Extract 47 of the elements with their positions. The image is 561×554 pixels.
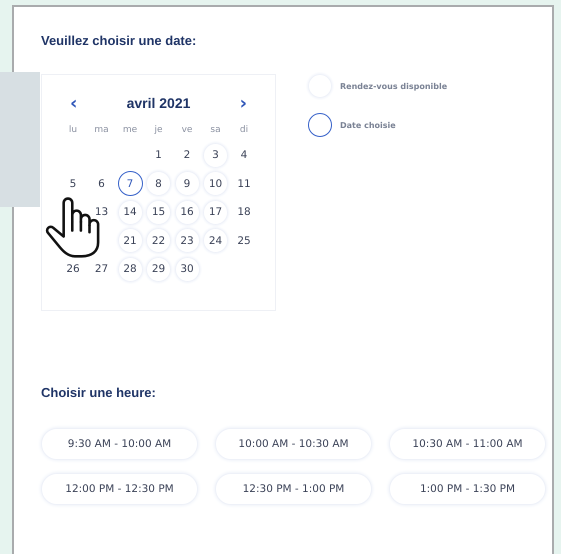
calendar-day[interactable]: 8	[146, 171, 171, 196]
time-slot-button[interactable]: 12:00 PM - 12:30 PM	[41, 473, 198, 505]
weekday-label: ma	[93, 124, 110, 137]
calendar-day[interactable]: 16	[174, 200, 200, 225]
legend-label: Rendez-vous disponible	[340, 82, 448, 90]
calendar-day[interactable]: 9	[174, 171, 200, 196]
calendar-day[interactable]: 21	[118, 228, 142, 254]
calendar-day[interactable]: 10	[203, 171, 228, 196]
previous-month-button[interactable]: ‹	[68, 92, 80, 114]
calendar-day[interactable]: 29	[146, 256, 171, 282]
time-slot-button[interactable]: 12:30 PM - 1:00 PM	[215, 473, 372, 505]
time-slot-button[interactable]: 1:00 PM - 1:30 PM	[389, 473, 546, 505]
weekday-label: ve	[180, 124, 194, 137]
date-heading: Veuillez choisir une date:	[41, 33, 198, 48]
weekday-label: lu	[68, 124, 78, 137]
time-slot-button[interactable]: 9:30 AM - 10:00 AM	[41, 428, 198, 460]
calendar-day[interactable]: 14	[118, 200, 142, 225]
calendar-day[interactable]: 3	[203, 142, 228, 168]
calendar-day[interactable]: 22	[146, 228, 171, 254]
calendar-day[interactable]: 1	[146, 142, 171, 168]
calendar-day[interactable]: 11	[232, 171, 256, 196]
month-title: avril 2021	[126, 95, 190, 111]
legend-label: Date choisie	[340, 120, 396, 130]
calendar-day[interactable]: 28	[118, 256, 142, 282]
weekday-label: sa	[209, 124, 222, 137]
calendar-day[interactable]: 17	[203, 200, 228, 225]
calendar-day[interactable]: 25	[232, 228, 256, 254]
weekday-label: je	[153, 124, 164, 137]
weekday-label: me	[122, 124, 138, 137]
calendar-day[interactable]: 5	[60, 171, 86, 196]
calendar-day[interactable]: 6	[89, 171, 114, 196]
calendar-day[interactable]: 15	[146, 200, 171, 225]
calendar-day[interactable]: 30	[174, 256, 200, 282]
weekday-label: di	[238, 124, 250, 137]
calendar-day[interactable]: 26	[60, 256, 86, 282]
calendar-day[interactable]: 23	[174, 228, 200, 254]
legend-circle-icon	[308, 113, 332, 137]
calendar-day[interactable]: 4	[232, 142, 256, 168]
time-slot-button[interactable]: 10:30 AM - 11:00 AM	[389, 428, 546, 460]
calendar-day[interactable]: 7	[118, 171, 142, 196]
next-month-button[interactable]: ›	[238, 92, 249, 114]
time-slot-button[interactable]: 10:00 AM - 10:30 AM	[215, 428, 372, 460]
time-heading: Choisir une heure:	[41, 385, 157, 400]
calendar-day[interactable]: 24	[203, 228, 228, 254]
calendar-day[interactable]: 27	[89, 256, 114, 282]
calendar-day[interactable]: 2	[174, 142, 200, 168]
calendar-day[interactable]: 18	[232, 200, 256, 225]
